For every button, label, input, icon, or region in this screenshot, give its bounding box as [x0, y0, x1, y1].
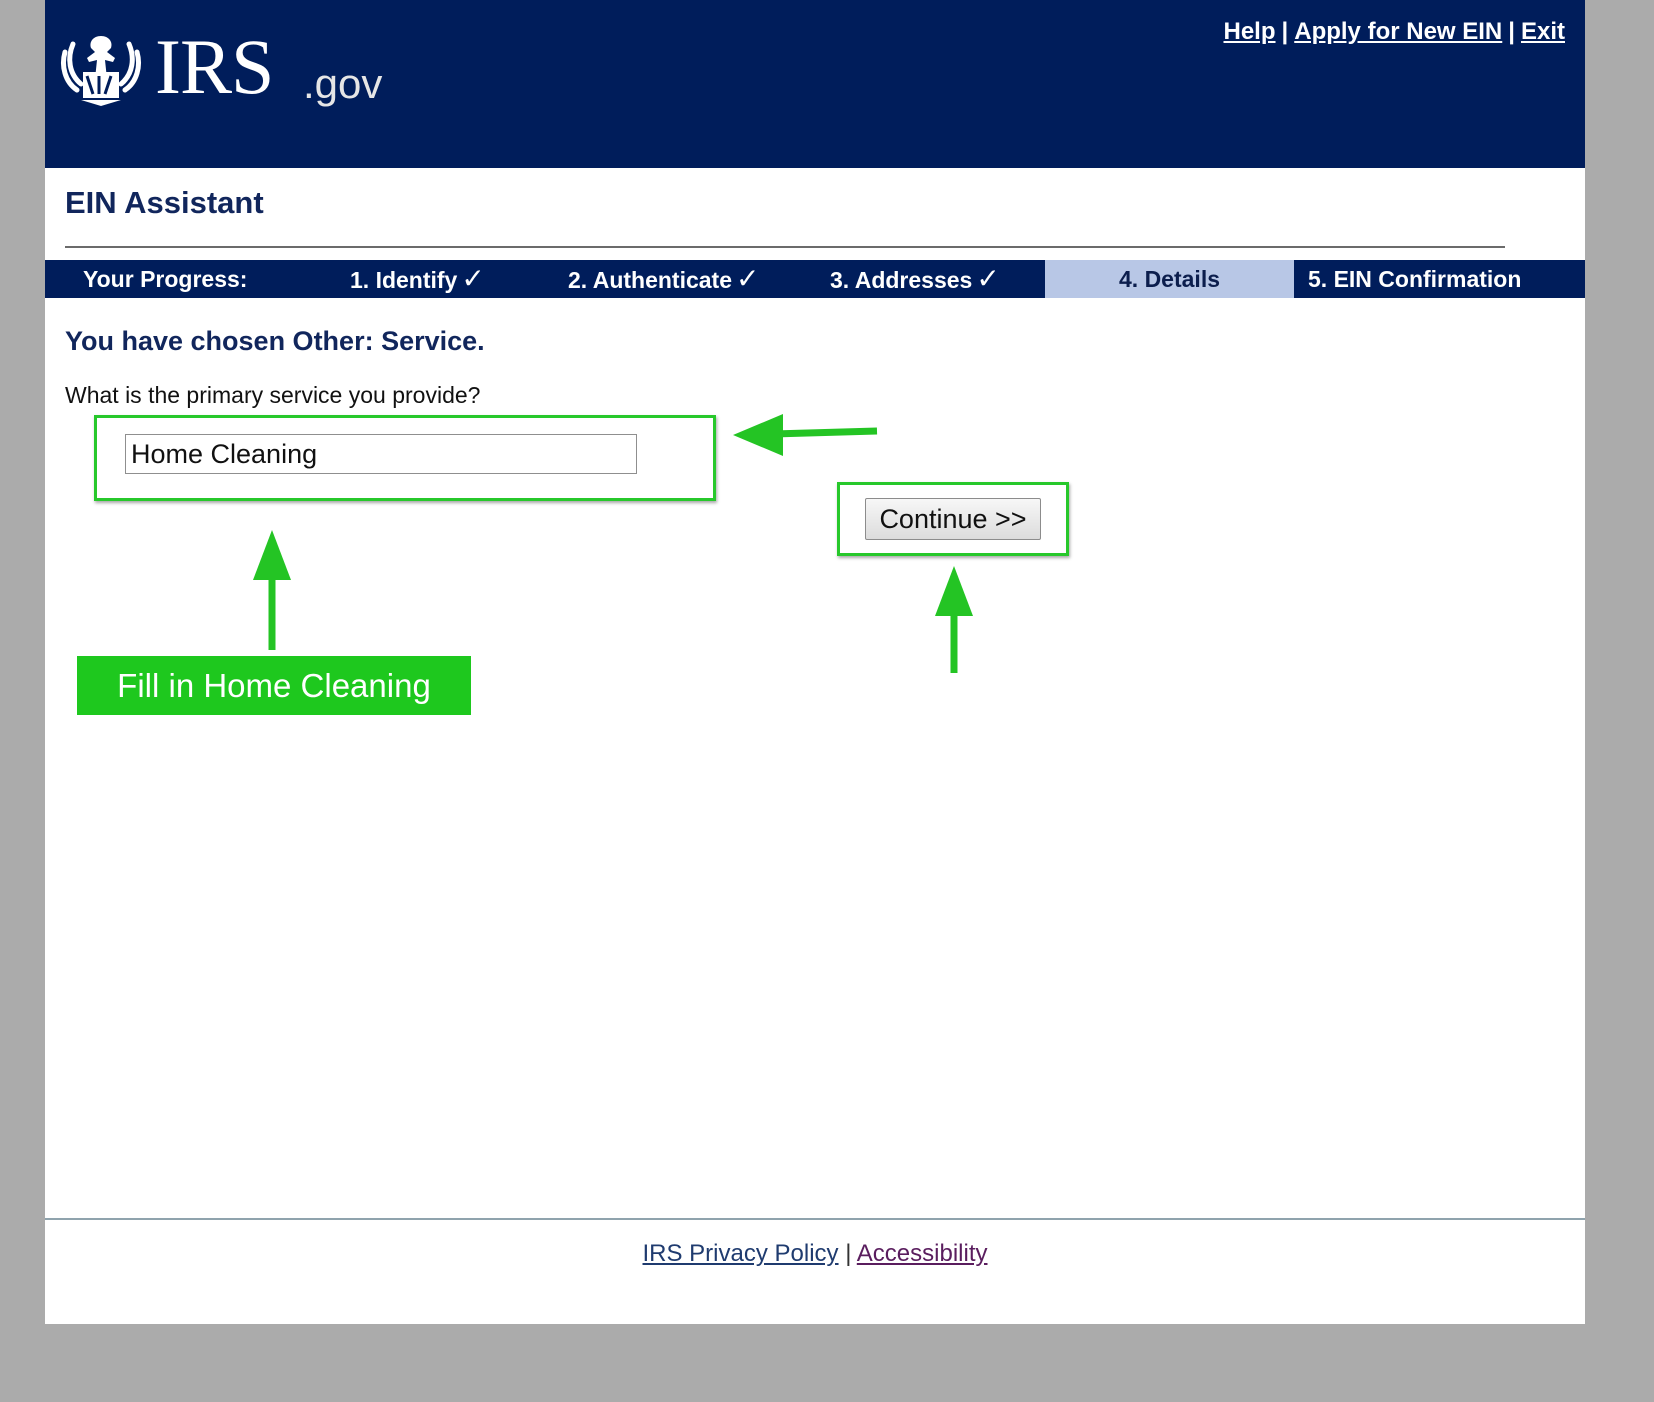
arrow-up-icon	[253, 530, 291, 650]
arrow-left-icon	[733, 414, 878, 456]
privacy-policy-link[interactable]: IRS Privacy Policy	[643, 1240, 839, 1267]
footer-divider	[45, 1218, 1585, 1220]
footer-separator: |	[845, 1240, 852, 1267]
arrow-up-icon	[935, 566, 973, 673]
annotation-arrows	[253, 414, 973, 673]
footer: IRS Privacy Policy | Accessibility	[45, 1240, 1585, 1268]
page: IRS .gov Help | Apply for New EIN | Exit EIN…	[45, 0, 1585, 1324]
accessibility-link[interactable]: Accessibility	[857, 1240, 988, 1267]
instruction-callout: Fill in Home Cleaning	[77, 656, 471, 715]
